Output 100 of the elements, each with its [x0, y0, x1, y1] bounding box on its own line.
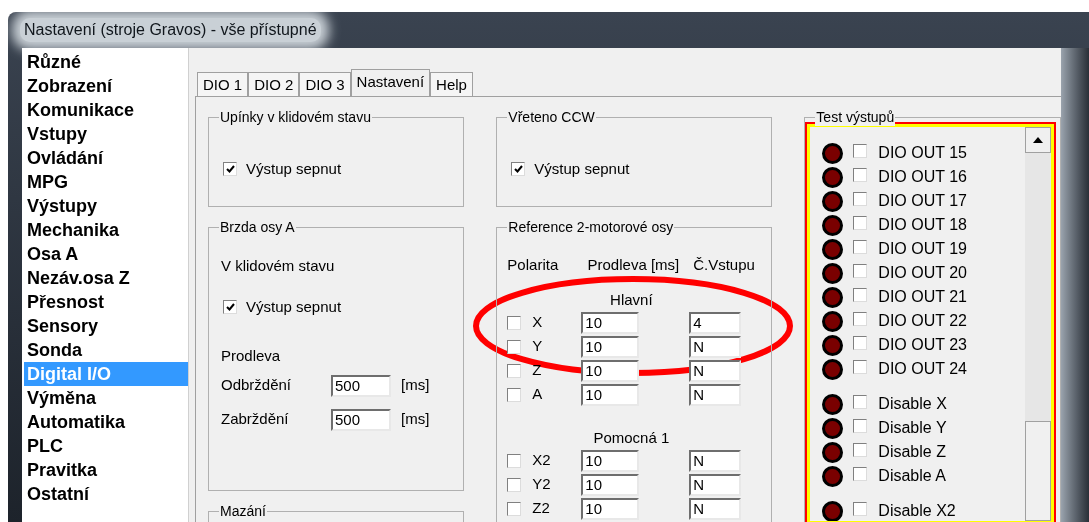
sidebar-item[interactable]: Pravitka: [24, 458, 188, 482]
checkbox[interactable]: [853, 395, 868, 409]
column-header: Prodleva [ms]: [587, 255, 681, 275]
checkbox[interactable]: [853, 502, 868, 516]
checkbox[interactable]: [853, 312, 868, 326]
checkbox[interactable]: [507, 477, 522, 492]
checkbox-label: Výstup sepnut: [246, 159, 342, 179]
checkbox[interactable]: [223, 300, 237, 315]
checkbox[interactable]: [507, 315, 522, 330]
sidebar-item[interactable]: Nezáv.osa Z: [24, 266, 188, 290]
delay-field[interactable]: 10: [581, 383, 640, 406]
checkbox[interactable]: [507, 387, 522, 402]
window-title: Nastavení (stroje Gravos) - vše přístupné: [20, 18, 321, 42]
tab[interactable]: DIO 2: [248, 72, 300, 96]
output-label: DIO OUT 16: [878, 167, 967, 187]
checkbox[interactable]: [507, 501, 522, 516]
input-number-field[interactable]: N: [689, 359, 742, 382]
sidebar-item[interactable]: Různé: [24, 50, 188, 74]
checkbox[interactable]: [853, 288, 868, 302]
checkbox[interactable]: [853, 144, 868, 158]
delay-field[interactable]: 10: [581, 311, 640, 334]
sidebar-item[interactable]: Vstupy: [24, 122, 188, 146]
sidebar-item[interactable]: PLC: [24, 434, 188, 458]
tab[interactable]: DIO 1: [197, 72, 249, 96]
input-number-field[interactable]: N: [689, 383, 742, 406]
checkbox[interactable]: [853, 336, 868, 350]
input-field[interactable]: 500: [331, 408, 391, 431]
tab[interactable]: Help: [430, 72, 473, 96]
output-label: DIO OUT 24: [878, 359, 967, 379]
scroll-thumb[interactable]: [1025, 421, 1051, 521]
checkbox[interactable]: [853, 216, 868, 230]
output-label: DIO OUT 22: [878, 311, 967, 331]
sidebar-item[interactable]: Přesnost: [24, 290, 188, 314]
sidebar-item[interactable]: Mechanika: [24, 218, 188, 242]
check-icon: [225, 165, 235, 174]
sidebar-item[interactable]: MPG: [24, 170, 188, 194]
delay-field[interactable]: 10: [581, 473, 640, 496]
column-header: Polarita: [507, 255, 560, 275]
sidebar-item[interactable]: Osa A: [24, 242, 188, 266]
axis-label: Z2: [531, 498, 551, 519]
output-label: Disable Y: [878, 418, 947, 438]
sidebar-item[interactable]: Zobrazení: [24, 74, 188, 98]
output-label: DIO OUT 18: [878, 215, 967, 235]
sidebar-item[interactable]: Sensory: [24, 314, 188, 338]
sidebar-item[interactable]: Automatika: [24, 410, 188, 434]
checkbox[interactable]: [511, 162, 526, 177]
checkbox[interactable]: [507, 339, 522, 354]
axis-label: A: [531, 384, 544, 405]
checkbox[interactable]: [853, 467, 868, 481]
output-label: DIO OUT 21: [878, 287, 967, 307]
delay-label: Prodleva: [221, 345, 281, 366]
sidebar-item[interactable]: Výstupy: [24, 194, 188, 218]
checkbox[interactable]: [853, 419, 868, 433]
group-title: Test výstupů: [815, 108, 896, 126]
axis-label: X: [531, 312, 544, 333]
column-header: Č.Vstupu: [693, 255, 756, 275]
up-triangle-icon: [1033, 137, 1043, 143]
sidebar-item[interactable]: Výměna: [24, 386, 188, 410]
axis-label: Y: [531, 336, 544, 357]
group-title: Brzda osy A: [219, 218, 296, 236]
delay-field[interactable]: 10: [581, 359, 640, 382]
output-label: Disable X2: [878, 501, 956, 521]
checkbox[interactable]: [853, 443, 868, 457]
input-number-field[interactable]: N: [689, 449, 742, 472]
group-title: Upínky v klidovém stavu: [219, 108, 372, 126]
input-number-field[interactable]: 4: [689, 311, 742, 334]
sidebar-item[interactable]: Sonda: [24, 338, 188, 362]
checkbox[interactable]: [853, 360, 868, 374]
scrollbar[interactable]: [1025, 127, 1051, 521]
output-label: DIO OUT 15: [878, 143, 967, 163]
field-label: Zabrždění: [221, 409, 290, 430]
check-icon: [225, 303, 235, 312]
checkbox[interactable]: [853, 168, 868, 182]
delay-field[interactable]: 10: [581, 449, 640, 472]
checkbox[interactable]: [507, 453, 522, 468]
input-number-field[interactable]: N: [689, 473, 742, 496]
delay-field[interactable]: 10: [581, 335, 640, 358]
checkbox[interactable]: [853, 192, 868, 206]
checkbox[interactable]: [507, 363, 522, 378]
field-label: Odbrždění: [221, 375, 293, 396]
checkbox-label: Výstup sepnut: [246, 297, 342, 317]
sidebar-item[interactable]: Ovládání: [24, 146, 188, 170]
input-number-field[interactable]: N: [689, 497, 742, 520]
unit-label: [ms]: [401, 375, 430, 396]
tab[interactable]: Nastavení: [350, 69, 431, 97]
delay-field[interactable]: 10: [581, 497, 640, 520]
output-label: Disable A: [878, 466, 946, 486]
sidebar-item[interactable]: Ostatní: [24, 482, 188, 506]
checkbox[interactable]: [853, 264, 868, 278]
section-title: Pomocná 1: [593, 427, 670, 448]
input-field[interactable]: 500: [331, 374, 391, 397]
output-label: DIO OUT 23: [878, 335, 967, 355]
input-number-field[interactable]: N: [689, 335, 742, 358]
output-label: DIO OUT 20: [878, 263, 967, 283]
output-label: DIO OUT 19: [878, 239, 967, 259]
tab[interactable]: DIO 3: [299, 72, 351, 96]
group-title: Reference 2-motorové osy: [507, 218, 675, 236]
checkbox[interactable]: [223, 162, 237, 177]
checkbox[interactable]: [853, 240, 868, 254]
sidebar-item[interactable]: Komunikace: [24, 98, 188, 122]
